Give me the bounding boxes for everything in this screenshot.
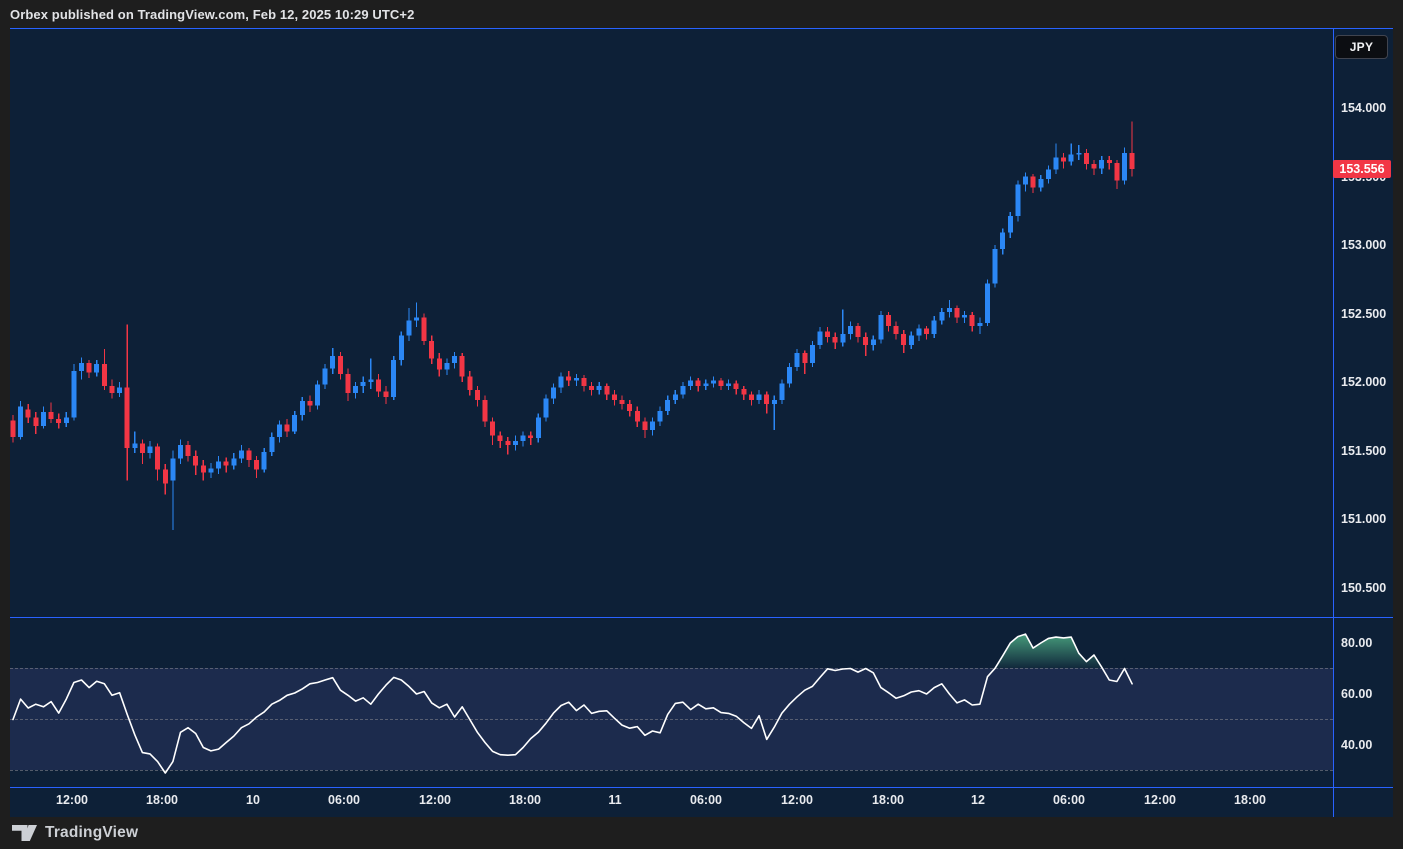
price-tick-label: 151.000 <box>1341 511 1386 527</box>
time-tick-label: 12:00 <box>40 792 104 808</box>
time-tick-label: 12 <box>946 792 1010 808</box>
tradingview-logo-icon[interactable] <box>12 825 37 841</box>
candlestick-series <box>11 122 1135 530</box>
attribution-text: Orbex published on TradingView.com, Feb … <box>10 7 414 22</box>
time-tick-label: 11 <box>583 792 647 808</box>
pane-border-top <box>10 28 1393 29</box>
price-axis-border <box>1333 28 1334 817</box>
tradingview-brand-text[interactable]: TradingView <box>45 824 138 842</box>
rsi-line-series <box>13 634 1132 773</box>
pane-separator[interactable] <box>10 617 1393 618</box>
attribution-bar: Orbex published on TradingView.com, Feb … <box>0 0 1403 28</box>
time-tick-label: 06:00 <box>312 792 376 808</box>
rsi-tick-label: 80.00 <box>1341 635 1372 651</box>
rsi-tick-label: 60.00 <box>1341 686 1372 702</box>
time-tick-label: 06:00 <box>674 792 738 808</box>
chart-area[interactable]: 154.000153.500153.000152.500152.000151.5… <box>10 28 1393 817</box>
price-tick-label: 151.500 <box>1341 443 1386 459</box>
time-tick-label: 18:00 <box>856 792 920 808</box>
price-tick-label: 152.000 <box>1341 374 1386 390</box>
price-tick-label: 152.500 <box>1341 306 1386 322</box>
time-tick-label: 18:00 <box>1218 792 1282 808</box>
time-tick-label: 10 <box>221 792 285 808</box>
time-tick-label: 18:00 <box>493 792 557 808</box>
chart-canvas[interactable] <box>10 28 1393 817</box>
price-tick-label: 150.500 <box>1341 580 1386 596</box>
last-price-badge: 153.556 <box>1333 160 1391 178</box>
currency-badge[interactable]: JPY <box>1335 35 1388 59</box>
time-tick-label: 12:00 <box>765 792 829 808</box>
tradingview-published-chart: Orbex published on TradingView.com, Feb … <box>0 0 1403 849</box>
time-tick-label: 06:00 <box>1037 792 1101 808</box>
last-price-text: 153.556 <box>1339 162 1384 176</box>
rsi-tick-label: 40.00 <box>1341 737 1372 753</box>
footer-bar: TradingView <box>0 817 1403 849</box>
time-axis-border <box>10 787 1393 788</box>
price-tick-label: 153.000 <box>1341 237 1386 253</box>
time-tick-label: 12:00 <box>1128 792 1192 808</box>
time-tick-label: 18:00 <box>130 792 194 808</box>
currency-badge-label: JPY <box>1350 40 1374 54</box>
time-tick-label: 12:00 <box>403 792 467 808</box>
rsi-overbought-fill <box>995 634 1103 668</box>
price-tick-label: 154.000 <box>1341 100 1386 116</box>
